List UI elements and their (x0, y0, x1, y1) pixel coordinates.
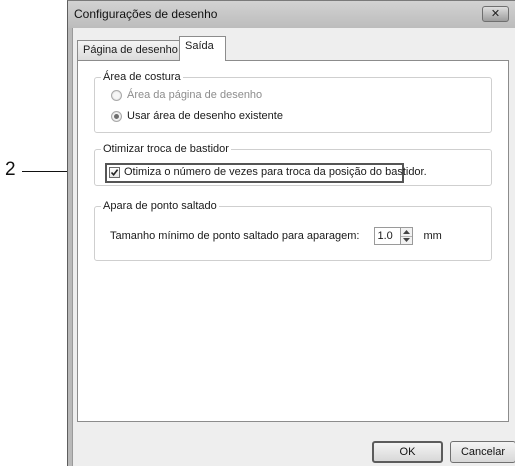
sewing-area-legend: Área de costura (101, 71, 183, 84)
output-tab-panel: Área de costura Área da página de desenh… (77, 60, 509, 422)
radio-existing-design-area-label: Usar área de desenho existente (127, 110, 283, 122)
optimize-hoop-change-checkbox[interactable] (109, 166, 120, 178)
dialog-title: Configurações de desenho (74, 7, 218, 21)
checkmark-icon (110, 168, 119, 176)
ok-button[interactable]: OK (372, 441, 443, 463)
jump-stitch-row: Tamanho mínimo de ponto saltado para apa… (110, 226, 442, 246)
cancel-button[interactable]: Cancelar (450, 441, 515, 463)
jump-stitch-trim-legend: Apara de ponto saltado (101, 200, 219, 213)
drawing-settings-dialog: Configurações de desenho ✕ Página de des… (67, 0, 515, 466)
jump-stitch-size-input[interactable]: 1.0 (373, 227, 400, 245)
radio-design-page-area[interactable]: Área da página de desenho (111, 88, 262, 102)
spin-down-button[interactable] (400, 235, 412, 245)
radio-design-page-area-label: Área da página de desenho (127, 89, 263, 101)
radio-existing-design-area[interactable]: Usar área de desenho existente (111, 109, 283, 123)
tab-design-page[interactable]: Página de desenho (77, 40, 181, 60)
hoop-change-legend: Otimizar troca de bastidor (101, 143, 231, 156)
radio-button[interactable] (111, 89, 122, 101)
jump-stitch-size-spinner[interactable] (399, 227, 413, 245)
callout-number: 2 (5, 159, 16, 180)
close-button[interactable]: ✕ (482, 6, 509, 22)
tab-output[interactable]: Saída (179, 36, 226, 61)
sewing-area-group: Área de costura Área da página de desenh… (94, 71, 492, 133)
title-bar[interactable]: Configurações de desenho ✕ (68, 1, 515, 28)
dialog-client-area: Página de desenho Saída Área de costura … (72, 28, 515, 466)
optimize-hoop-change-option[interactable]: Otimiza o número de vezes para troca da … (109, 165, 427, 179)
spin-down-icon (402, 238, 410, 243)
unit-label: mm (423, 230, 442, 242)
jump-stitch-trim-group: Apara de ponto saltado Tamanho mínimo de… (94, 200, 492, 261)
spin-up-icon (402, 229, 410, 234)
close-icon: ✕ (490, 8, 501, 20)
radio-button-selected[interactable] (111, 110, 122, 122)
hoop-change-group: Otimizar troca de bastidor Otimiza o núm… (94, 143, 492, 186)
optimize-hoop-change-label: Otimiza o número de vezes para troca da … (124, 166, 427, 178)
jump-stitch-min-label: Tamanho mínimo de ponto saltado para apa… (110, 230, 360, 242)
spin-up-button[interactable] (401, 228, 412, 236)
